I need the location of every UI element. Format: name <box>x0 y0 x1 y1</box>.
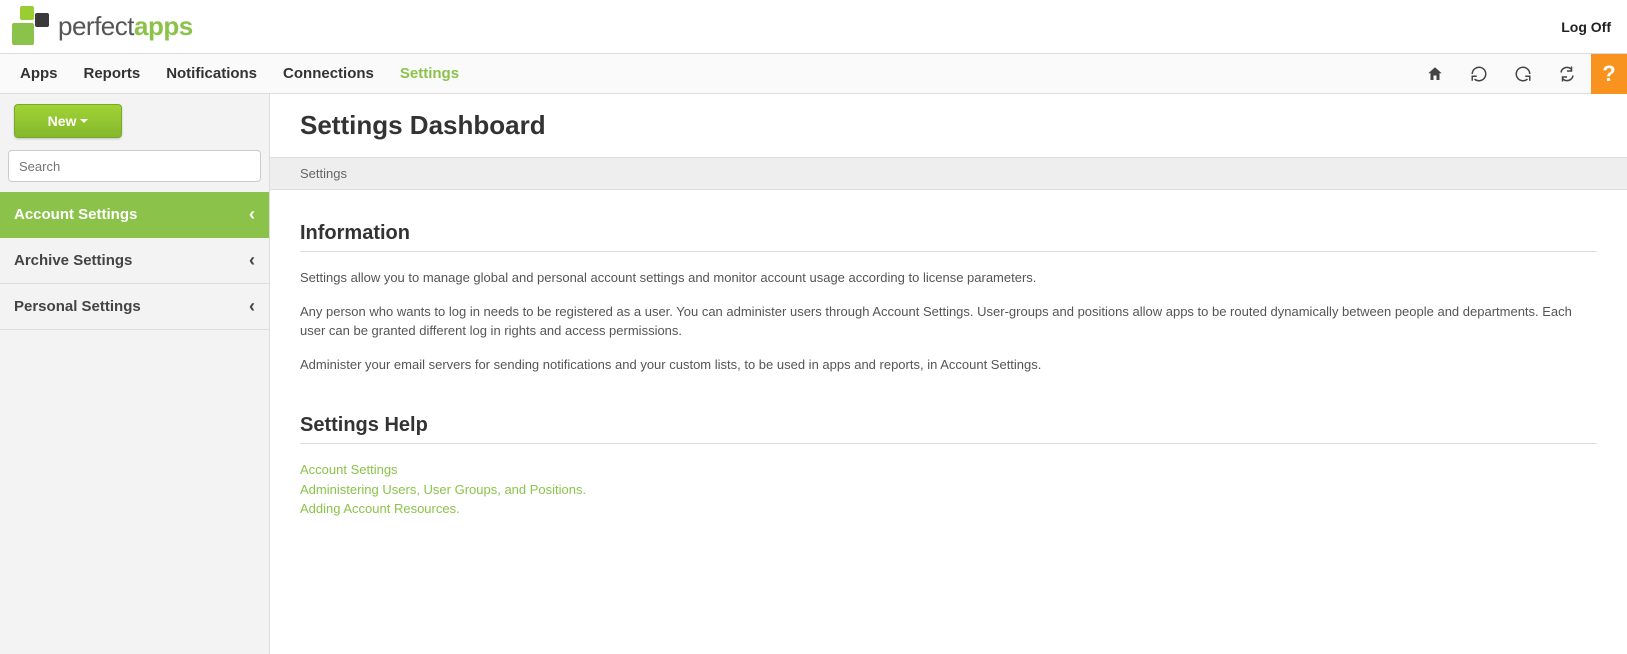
refresh-ccw-icon[interactable] <box>1459 54 1499 94</box>
sidebar-item-label: Archive Settings <box>14 252 132 269</box>
help-link-adding-resources[interactable]: Adding Account Resources. <box>300 499 1597 519</box>
top-bar: perfectapps Log Off <box>0 0 1627 54</box>
chevron-left-icon: ‹ <box>249 204 255 225</box>
help-link-administering-users[interactable]: Administering Users, User Groups, and Po… <box>300 480 1597 500</box>
info-heading: Information <box>300 222 1597 252</box>
nav-bar: Apps Reports Notifications Connections S… <box>0 54 1627 94</box>
nav-right: ? <box>1415 54 1627 94</box>
nav-reports[interactable]: Reports <box>84 65 141 82</box>
info-paragraph-3: Administer your email servers for sendin… <box>300 355 1597 375</box>
help-link-account-settings[interactable]: Account Settings <box>300 460 1597 480</box>
help-button[interactable]: ? <box>1591 54 1627 94</box>
refresh-cw-icon[interactable] <box>1503 54 1543 94</box>
new-button-label: New <box>48 113 77 129</box>
logoff-link[interactable]: Log Off <box>1561 19 1611 35</box>
logo-text: perfectapps <box>58 11 193 42</box>
logo-icon <box>8 6 52 48</box>
logo-apps: apps <box>134 11 193 41</box>
sidebar-item-personal-settings[interactable]: Personal Settings ‹ <box>0 284 269 330</box>
help-heading: Settings Help <box>300 414 1597 444</box>
nav-connections[interactable]: Connections <box>283 65 374 82</box>
info-paragraph-1: Settings allow you to manage global and … <box>300 268 1597 288</box>
caret-down-icon <box>80 119 88 123</box>
main-content: Settings Dashboard Settings Information … <box>270 94 1627 654</box>
body-wrap: New Account Settings ‹ Archive Settings … <box>0 94 1627 654</box>
nav-settings[interactable]: Settings <box>400 65 459 82</box>
help-links: Account Settings Administering Users, Us… <box>300 460 1597 519</box>
new-button[interactable]: New <box>14 104 122 138</box>
logo-perfect: perfect <box>58 11 134 41</box>
home-icon[interactable] <box>1415 54 1455 94</box>
sync-icon[interactable] <box>1547 54 1587 94</box>
sidebar-item-label: Account Settings <box>14 206 137 223</box>
sidebar: New Account Settings ‹ Archive Settings … <box>0 94 270 654</box>
chevron-left-icon: ‹ <box>249 250 255 271</box>
nav-notifications[interactable]: Notifications <box>166 65 257 82</box>
sidebar-item-label: Personal Settings <box>14 298 141 315</box>
search-input[interactable] <box>8 150 261 182</box>
nav-left: Apps Reports Notifications Connections S… <box>20 65 459 82</box>
page-title: Settings Dashboard <box>270 94 1627 157</box>
breadcrumb: Settings <box>270 157 1627 190</box>
logo: perfectapps <box>8 6 193 48</box>
sidebar-item-archive-settings[interactable]: Archive Settings ‹ <box>0 238 269 284</box>
info-paragraph-2: Any person who wants to log in needs to … <box>300 302 1597 341</box>
chevron-left-icon: ‹ <box>249 296 255 317</box>
nav-apps[interactable]: Apps <box>20 65 58 82</box>
sidebar-item-account-settings[interactable]: Account Settings ‹ <box>0 192 269 238</box>
